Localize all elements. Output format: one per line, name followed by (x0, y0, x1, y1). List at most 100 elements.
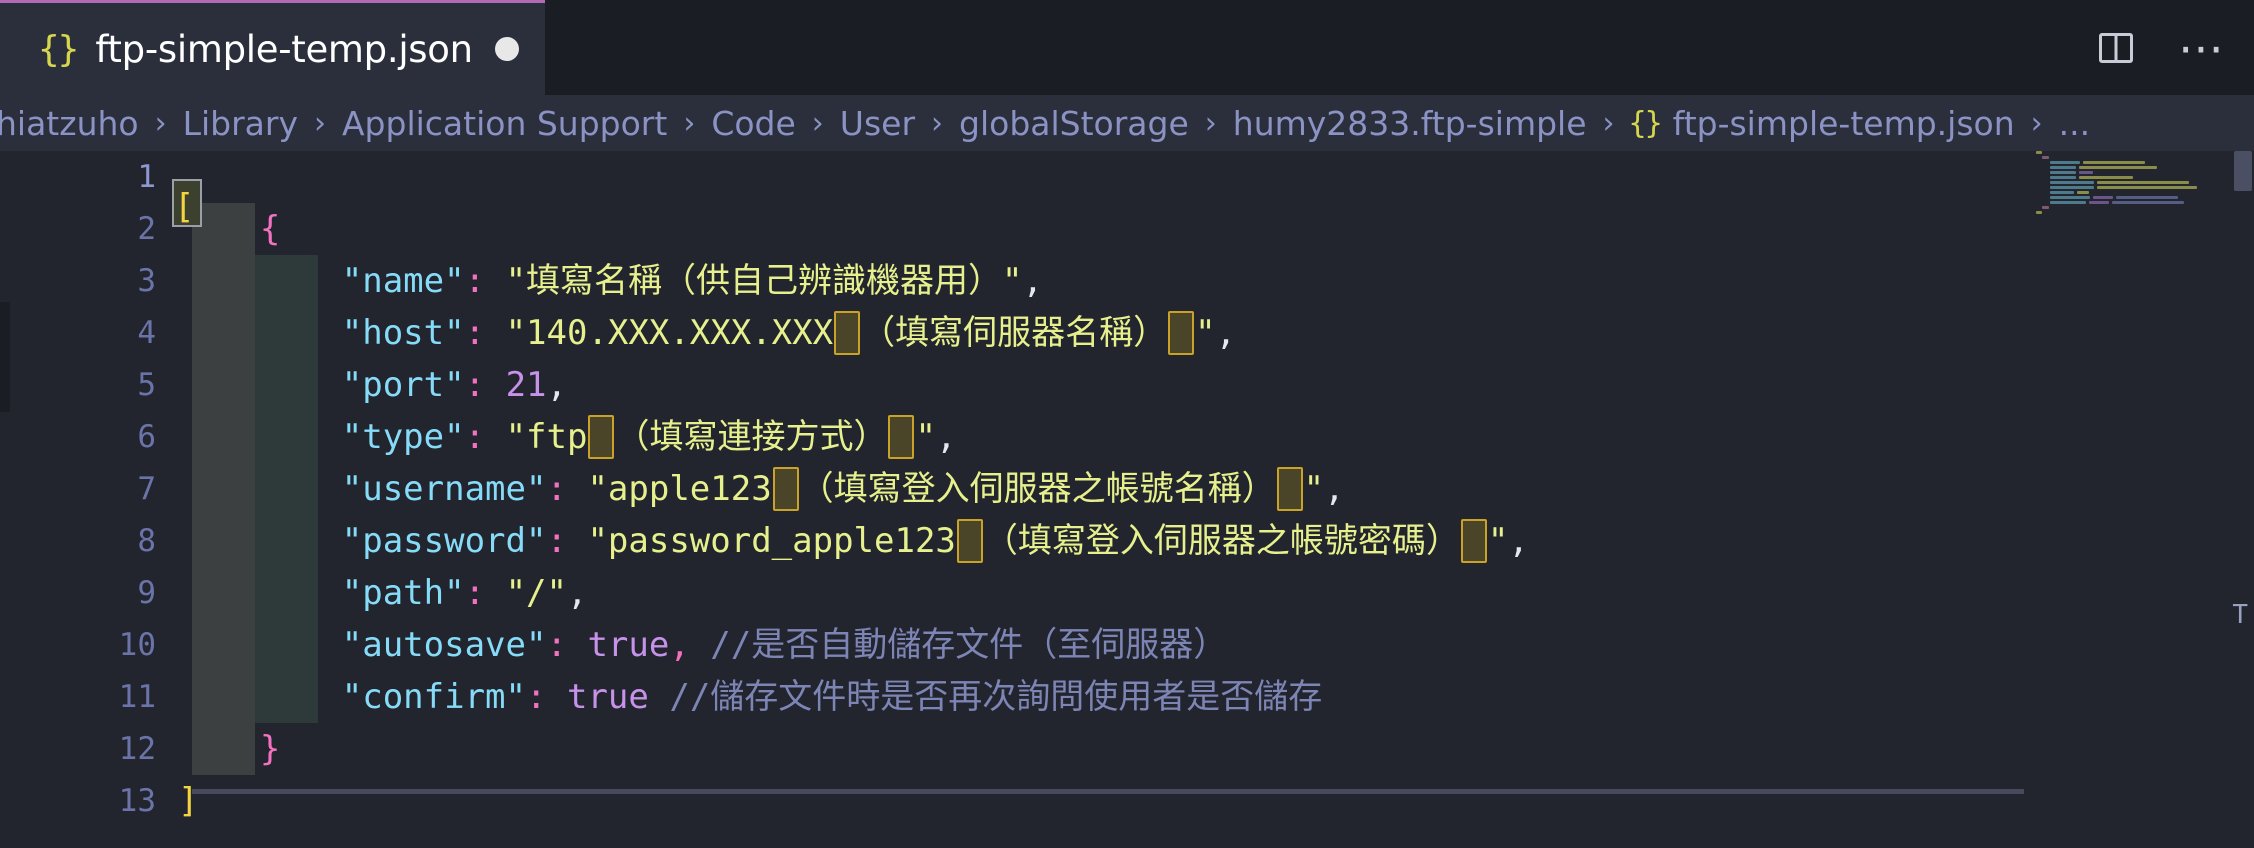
breadcrumb-item-globalstorage[interactable]: globalStorage (957, 104, 1191, 143)
ellipsis-glyph: ⋯ (2178, 20, 2226, 75)
unicode-highlight-box (1168, 311, 1195, 355)
breadcrumb-item-application-support[interactable]: Application Support (340, 104, 669, 143)
line-content: "password": "password_apple123 （填寫登入伺服器之帳… (178, 515, 2254, 567)
token-comma: , (546, 365, 567, 405)
breadcrumb-separator-icon: › (931, 105, 944, 141)
code-line[interactable]: 10 "autosave": true, //是否自動儲存文件（至伺服器） (0, 619, 2254, 671)
line-content: } (178, 723, 2254, 775)
line-number: 3 (137, 263, 156, 299)
code-line[interactable]: 6 "type": "ftp （填寫連接方式） ", (0, 411, 2254, 463)
unicode-highlight-box (834, 311, 861, 355)
code-line[interactable]: 13 ] (0, 775, 2254, 827)
line-number: 7 (137, 471, 156, 507)
token-key-port: "port" (341, 365, 465, 405)
token-comment-autosave: //是否自動儲存文件（至伺服器） (710, 625, 1228, 665)
breadcrumb-separator-icon: › (683, 105, 696, 141)
code-line[interactable]: 4 "host": "140.XXX.XXX.XXX （填寫伺服器名稱） ", (0, 307, 2254, 359)
line-number: 10 (118, 627, 156, 663)
token-brace-close: } (259, 729, 281, 769)
token-value-port: 21 (505, 365, 547, 405)
token-key-type: "type" (341, 417, 465, 457)
unicode-highlight-box (1276, 467, 1303, 511)
unicode-highlight-box (1460, 519, 1487, 563)
code-line[interactable]: 7 "username": "apple123 （填寫登入伺服器之帳號名稱） ", (0, 463, 2254, 515)
breadcrumb-item-user[interactable]: User (838, 104, 917, 143)
tab-dirty-indicator-icon[interactable] (494, 37, 519, 61)
token-key-autosave: "autosave" (341, 625, 547, 665)
breadcrumb-item-code[interactable]: Code (709, 104, 797, 143)
line-number: 11 (118, 679, 156, 715)
line-content: { (178, 203, 2254, 255)
more-actions-icon[interactable]: ⋯ (2176, 22, 2228, 74)
token-key-confirm: "confirm" (341, 677, 526, 717)
token-colon: : (526, 677, 547, 717)
breadcrumb: hiatzuho › Library › Application Support… (0, 95, 2254, 151)
breadcrumb-item-hiatzuho[interactable]: hiatzuho (0, 104, 141, 143)
token-value-type-prefix: "ftp (505, 417, 588, 457)
unicode-highlight-box (772, 467, 799, 511)
line-content: "host": "140.XXX.XXX.XXX （填寫伺服器名稱） ", (178, 307, 2254, 359)
token-value-host-annotation: （填寫伺服器名稱） (861, 313, 1168, 353)
split-editor-icon[interactable] (2090, 22, 2142, 74)
code-line[interactable]: 1 [ (0, 151, 2254, 227)
vertical-scrollbar-thumb[interactable] (2234, 151, 2252, 191)
token-value-type-suffix: " (915, 417, 936, 457)
token-colon: : (546, 469, 567, 509)
breadcrumb-item-symbol-overflow[interactable]: ... (2057, 104, 2092, 143)
editor-tab-ftp-simple-temp-json[interactable]: {} ftp-simple-temp.json (0, 0, 545, 95)
breadcrumb-item-library[interactable]: Library (181, 104, 300, 143)
breadcrumb-json-icon: {} (1628, 105, 1663, 141)
code-line[interactable]: 12 } (0, 723, 2254, 775)
horizontal-scrollbar[interactable] (192, 789, 2024, 794)
code-line[interactable]: 2 { (0, 203, 2254, 255)
token-value-name: "填寫名稱（供自己辨識機器用）" (505, 261, 1023, 301)
breadcrumb-separator-icon: › (313, 105, 326, 141)
line-content: "port": 21, (178, 359, 2254, 411)
token-value-autosave: true (587, 625, 670, 665)
token-comma: , (566, 573, 588, 613)
line-number: 9 (137, 575, 156, 611)
line-number: 2 (137, 211, 156, 247)
token-colon: : (464, 261, 486, 301)
token-value-host-suffix: " (1195, 313, 1216, 353)
code-line[interactable]: 5 "port": 21, (0, 359, 2254, 411)
json-braces-icon: {} (38, 28, 79, 70)
unicode-highlight-box (888, 415, 915, 459)
code-line[interactable]: 3 "name": "填寫名稱（供自己辨識機器用）", (0, 255, 2254, 307)
line-number: 12 (118, 731, 156, 767)
vertical-scrollbar[interactable] (2232, 151, 2254, 848)
token-comma: , (935, 417, 957, 457)
code-editor[interactable]: 1 [ 2 { 3 "name": "填寫名稱（供自己辨識機器用）", 4 "h… (0, 151, 2254, 848)
line-content: "name": "填寫名稱（供自己辨識機器用）", (178, 255, 2254, 307)
token-value-host-prefix: "140.XXX.XXX.XXX (505, 313, 834, 353)
editor-minimap[interactable] (2030, 151, 2220, 214)
token-brace-open: { (259, 209, 281, 249)
line-number: 1 (137, 159, 156, 195)
breadcrumb-item-humy2833-ftp-simple[interactable]: humy2833.ftp-simple (1231, 104, 1589, 143)
token-value-username-prefix: "apple123 (587, 469, 772, 509)
token-key-host: "host" (341, 313, 465, 353)
breadcrumb-separator-icon: › (1204, 105, 1217, 141)
breadcrumb-separator-icon: › (2030, 105, 2043, 141)
line-content: ] (178, 775, 2254, 827)
token-bracket-close: ] (178, 781, 199, 821)
vscode-window: {} ftp-simple-temp.json ⋯ hiatzuho › Lib… (0, 0, 2254, 848)
token-colon: : (464, 417, 486, 457)
token-colon: : (546, 521, 567, 561)
unicode-highlight-box (588, 415, 615, 459)
token-comment-confirm: //儲存文件時是否再次詢問使用者是否儲存 (669, 677, 1323, 717)
token-colon: : (464, 573, 486, 613)
line-content: "autosave": true, //是否自動儲存文件（至伺服器） (178, 619, 2254, 671)
code-line[interactable]: 8 "password": "password_apple123 （填寫登入伺服器… (0, 515, 2254, 567)
line-content: "username": "apple123 （填寫登入伺服器之帳號名稱） ", (178, 463, 2254, 515)
tab-label: ftp-simple-temp.json (95, 27, 473, 71)
code-line[interactable]: 9 "path": "/", (0, 567, 2254, 619)
code-line[interactable]: 11 "confirm": true //儲存文件時是否再次詢問使用者是否儲存 (0, 671, 2254, 723)
breadcrumb-item-file[interactable]: ftp-simple-temp.json (1671, 104, 2017, 143)
token-key-name: "name" (341, 261, 465, 301)
code-content[interactable]: 1 [ 2 { 3 "name": "填寫名稱（供自己辨識機器用）", 4 "h… (0, 151, 2254, 848)
line-content: "type": "ftp （填寫連接方式） ", (178, 411, 2254, 463)
token-value-path: "/" (505, 573, 567, 613)
token-comma: , (1215, 313, 1237, 353)
token-colon: : (464, 313, 486, 353)
